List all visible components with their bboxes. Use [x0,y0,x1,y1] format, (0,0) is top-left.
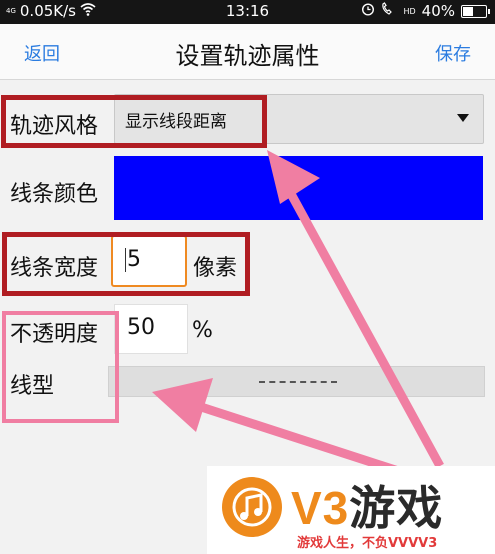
style-label: 轨迹风格 [10,114,99,139]
battery-level [463,6,473,16]
color-label: 线条颜色 [10,182,99,207]
width-input[interactable]: 5 [111,235,187,287]
width-label: 线条宽度 [10,256,99,281]
status-right: HD 40% [361,2,490,20]
watermark-slogan: 游戏人生，不负VVVV3 [297,536,438,551]
call-hd-icon [381,2,397,20]
width-unit: 像素 [193,256,238,281]
alarm-icon [361,2,375,20]
battery-icon [461,4,490,18]
opacity-unit: % [192,318,213,343]
watermark: V3游戏 游戏人生，不负VVVV3 [207,466,495,554]
linetype-label: 线型 [10,374,55,399]
dropdown-arrow-icon [457,114,469,122]
opacity-label: 不透明度 [10,322,99,347]
width-value: 5 [127,247,141,272]
page-title: 设置轨迹属性 [175,42,320,70]
battery-percent: 40% [421,2,455,20]
hd-badge: HD [403,6,416,16]
watermark-name: V3游戏 [291,482,444,534]
app-header: 返回 设置轨迹属性 保存 [0,24,495,80]
style-select[interactable]: 显示线段距离 [114,94,484,144]
dashed-line-preview [259,381,337,383]
opacity-value: 50 [127,315,155,340]
text-cursor [125,248,126,272]
color-swatch[interactable] [114,156,483,220]
linetype-select[interactable] [108,366,485,397]
opacity-input[interactable]: 50 [114,304,188,354]
style-select-value: 显示线段距离 [125,112,227,132]
save-button[interactable]: 保存 [435,40,471,66]
arrow-to-style-row [286,189,444,469]
status-bar: 4G 0.05K/s 13:16 HD 40% [0,0,495,24]
v3-logo-icon [222,477,282,537]
